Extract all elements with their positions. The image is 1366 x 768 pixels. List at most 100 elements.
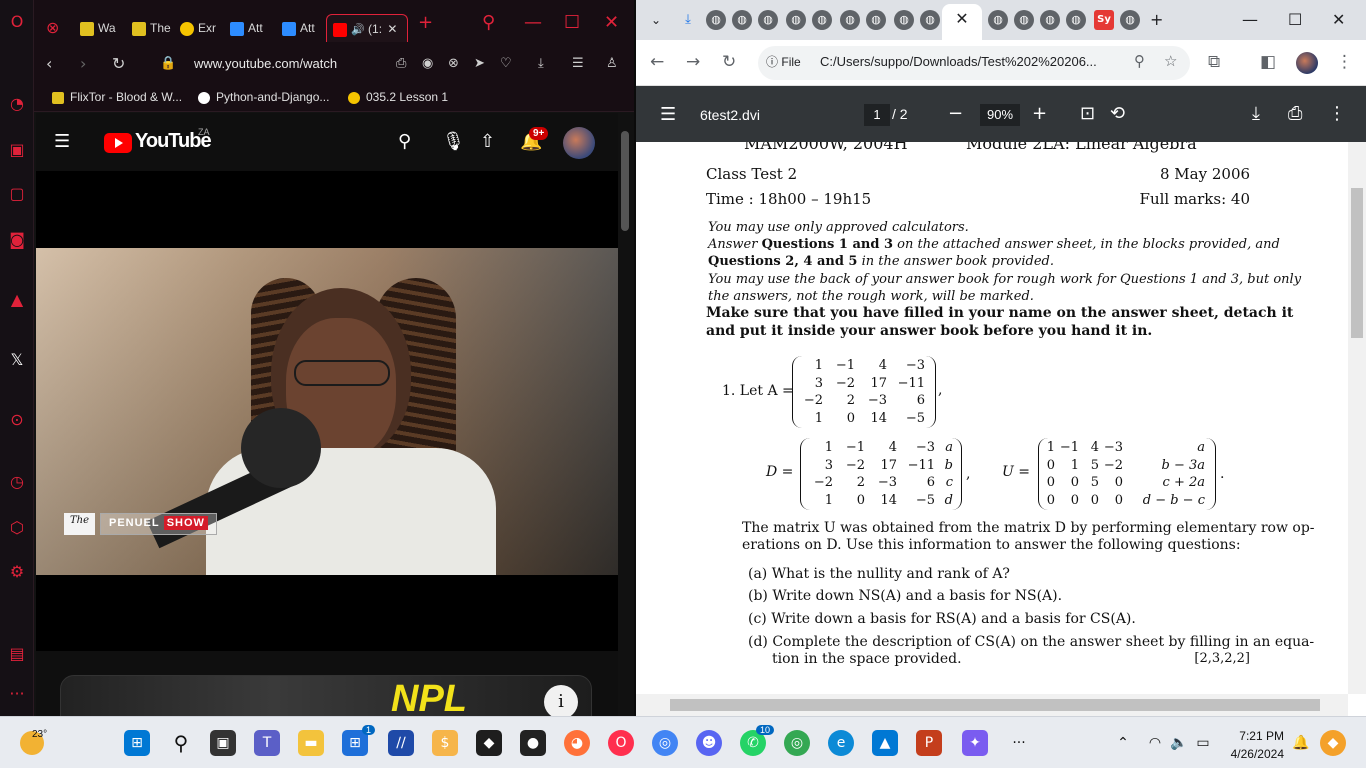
hamburger-menu-icon[interactable]: ☰ xyxy=(54,131,70,152)
info-icon[interactable]: i xyxy=(544,685,578,716)
chrome-icon[interactable]: ◎ xyxy=(652,730,678,756)
copilot-icon[interactable]: ✦ xyxy=(962,730,988,756)
edge-icon[interactable]: e xyxy=(828,730,854,756)
tab-search-icon[interactable]: ⌄ xyxy=(646,10,666,30)
tab-sy[interactable]: Sy xyxy=(1094,10,1114,30)
clock-time[interactable]: 7:21 PM xyxy=(1220,729,1284,743)
player-icon[interactable]: ⊙ xyxy=(5,408,29,432)
tab-favicon[interactable]: ◍ xyxy=(866,10,886,30)
horizontal-scrollbar[interactable] xyxy=(636,694,1348,716)
avatar[interactable] xyxy=(1296,52,1318,74)
side-panel-icon[interactable]: ◧ xyxy=(1260,52,1276,72)
zoom-in-icon[interactable]: + xyxy=(1032,103,1047,124)
tab-favicon[interactable]: ◍ xyxy=(920,10,940,30)
tab-youtube-active[interactable]: 🔊 (1: ✕ xyxy=(326,14,408,42)
battery-icon[interactable]: ▭ xyxy=(1190,730,1216,756)
scrollbar-thumb[interactable] xyxy=(621,131,629,231)
zoom-out-icon[interactable]: − xyxy=(948,103,963,124)
file-chip[interactable]: ⓘ File xyxy=(766,53,801,70)
start-icon[interactable]: ⊞ xyxy=(124,730,150,756)
speed-dial-icon[interactable]: ◔ xyxy=(5,92,29,116)
firefox-icon[interactable]: ◕ xyxy=(564,730,590,756)
menu-dots-icon[interactable]: ⋮ xyxy=(1336,52,1353,72)
scrollbar-thumb[interactable] xyxy=(670,699,1320,711)
tab-favicon[interactable]: ◍ xyxy=(894,10,914,30)
scrollbar[interactable] xyxy=(618,113,634,716)
avatar[interactable] xyxy=(563,127,595,159)
video-recommendation-card[interactable]: NPL xyxy=(60,675,592,716)
back-icon[interactable]: ‹ xyxy=(46,54,52,73)
bookmark-star-icon[interactable]: ☆ xyxy=(1164,52,1177,70)
new-tab-icon[interactable]: + xyxy=(418,12,433,33)
camera-icon[interactable]: ◉ xyxy=(422,56,433,71)
close-window-icon[interactable]: ✕ xyxy=(1332,10,1345,29)
bookmark-lesson[interactable]: 035.2 Lesson 1 xyxy=(348,90,448,104)
maximize-icon[interactable]: ☐ xyxy=(564,12,580,33)
discord-icon[interactable]: ☻ xyxy=(696,730,722,756)
tab-favicon[interactable]: ◍ xyxy=(732,10,752,30)
heart-icon[interactable]: ♡ xyxy=(500,56,512,71)
bookmark-github[interactable]: Python-and-Django... xyxy=(198,90,329,104)
forward-icon[interactable]: → xyxy=(686,52,700,72)
fit-page-icon[interactable]: ⊡ xyxy=(1080,103,1095,124)
reload-icon[interactable]: ↻ xyxy=(112,54,125,73)
tab-favicon[interactable]: ◍ xyxy=(706,10,726,30)
easy-setup-icon[interactable]: ☰ xyxy=(572,56,584,71)
close-tab-icon[interactable]: ✕ xyxy=(955,11,968,28)
zoom-input[interactable]: 90% xyxy=(980,104,1020,126)
tab-favicon[interactable]: ◍ xyxy=(988,10,1008,30)
send-icon[interactable]: ⎙ xyxy=(396,56,406,71)
teams-icon[interactable]: T xyxy=(254,730,280,756)
history-icon[interactable]: ◷ xyxy=(5,470,29,494)
powerpoint-icon[interactable]: P xyxy=(916,730,942,756)
reload-icon[interactable]: ↻ xyxy=(722,52,736,72)
clock-date[interactable]: 4/26/2024 xyxy=(1220,747,1284,761)
minimize-icon[interactable]: — xyxy=(1242,10,1258,29)
tab-favicon[interactable]: ◍ xyxy=(786,10,806,30)
tab-3[interactable]: Exr xyxy=(180,14,220,42)
download-icon[interactable]: ⤓ xyxy=(1252,103,1260,124)
close-window-icon[interactable]: ✕ xyxy=(604,12,619,33)
task-view-icon[interactable]: ▣ xyxy=(210,730,236,756)
more-apps-icon[interactable]: ··· xyxy=(1006,730,1032,756)
github-icon[interactable]: ● xyxy=(520,730,546,756)
forward-icon[interactable]: › xyxy=(80,54,86,73)
more-dots-icon[interactable]: ··· xyxy=(5,682,29,706)
opera-logo-icon[interactable]: O xyxy=(5,10,29,34)
file-explorer-icon[interactable]: ▬ xyxy=(298,730,324,756)
search-icon[interactable]: ⚲ xyxy=(398,131,411,152)
search-tabs-icon[interactable]: ⚲ xyxy=(482,12,495,33)
extensions-icon[interactable]: ⧉ xyxy=(1208,52,1220,72)
scrollbar-thumb[interactable] xyxy=(1351,188,1363,338)
adblock-icon[interactable]: ⊗ xyxy=(448,56,459,71)
twitch-icon[interactable]: ▢ xyxy=(5,182,29,206)
app-s-icon[interactable]: $ xyxy=(432,730,458,756)
tab-favicon[interactable]: ◍ xyxy=(758,10,778,30)
new-tab-icon[interactable]: + xyxy=(1150,10,1163,29)
profile-icon[interactable]: ♙ xyxy=(606,56,618,71)
omnibox-url[interactable]: C:/Users/suppo/Downloads/Test%202%20206.… xyxy=(820,54,1130,69)
volume-icon[interactable]: 🔈 xyxy=(1166,730,1192,756)
video-frame[interactable]: The PENUEL SHOW xyxy=(36,248,618,575)
notification-bell-icon[interactable]: 🔔 xyxy=(1288,730,1314,756)
download-tab-icon[interactable]: ⤓ xyxy=(678,10,698,30)
zoom-search-icon[interactable]: ⚲ xyxy=(1134,52,1145,70)
x-twitter-icon[interactable]: 𝕏 xyxy=(5,348,29,372)
bag-icon[interactable]: ▣ xyxy=(5,138,29,162)
tab-active-pdf[interactable]: ✕ xyxy=(942,4,982,40)
search-icon[interactable]: ⚲ xyxy=(168,730,194,756)
youtube-logo-icon[interactable] xyxy=(104,133,132,153)
pdf-page[interactable]: MAM2000W, 2004H Module 2LA: Linear Algeb… xyxy=(636,142,1348,694)
settings-gear-icon[interactable]: ⚙ xyxy=(5,560,29,584)
chrome-profile-icon[interactable]: ◎ xyxy=(784,730,810,756)
address-url[interactable]: www.youtube.com/watch xyxy=(194,56,337,71)
tab-favicon[interactable]: ◍ xyxy=(840,10,860,30)
tab-favicon[interactable]: ◍ xyxy=(1040,10,1060,30)
tab-4[interactable]: Att xyxy=(230,14,272,42)
print-icon[interactable]: ⎙ xyxy=(1288,103,1302,124)
page-number-input[interactable]: 1 xyxy=(864,104,890,126)
wifi-icon[interactable]: ◠ xyxy=(1142,730,1168,756)
omnibox[interactable]: ⓘ File C:/Users/suppo/Downloads/Test%202… xyxy=(758,46,1190,80)
upload-icon[interactable]: ⇧ xyxy=(480,131,495,152)
tab-1[interactable]: Wa xyxy=(80,14,120,42)
